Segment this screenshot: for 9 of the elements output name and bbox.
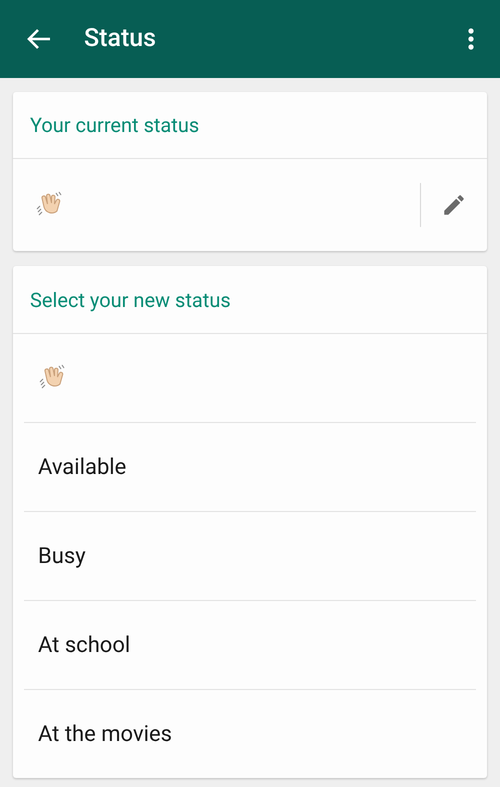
screen-title: Status bbox=[84, 23, 158, 56]
section-heading: Select your new status bbox=[30, 286, 231, 314]
status-option[interactable]: Busy bbox=[38, 540, 86, 572]
menu-icon[interactable] bbox=[468, 28, 474, 50]
status-option[interactable]: At school bbox=[38, 628, 130, 662]
status-option[interactable]: At the movies bbox=[38, 718, 172, 750]
section-heading: Your current status bbox=[30, 112, 200, 139]
back-arrow-icon[interactable] bbox=[26, 27, 52, 51]
status-option[interactable]: Available bbox=[38, 450, 126, 484]
